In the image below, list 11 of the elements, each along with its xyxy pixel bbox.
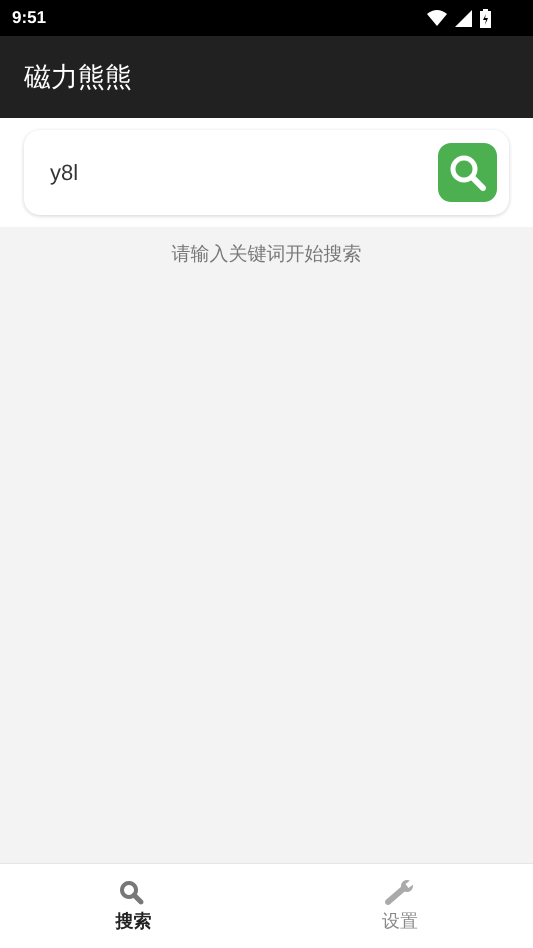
search-field[interactable]: y8l [50, 160, 438, 186]
empty-hint: 请输入关键词开始搜索 [172, 242, 362, 267]
wifi-icon [427, 10, 447, 26]
battery-icon [480, 8, 491, 28]
search-button[interactable] [438, 143, 497, 202]
nav-tab[interactable]: 搜索 [0, 864, 266, 948]
status-time: 9:51 [12, 8, 46, 28]
wrench-icon [384, 879, 415, 905]
nav-tab[interactable]: 设置 [266, 864, 533, 948]
app-title: 磁力熊熊 [24, 61, 132, 95]
signal-icon [455, 10, 472, 26]
